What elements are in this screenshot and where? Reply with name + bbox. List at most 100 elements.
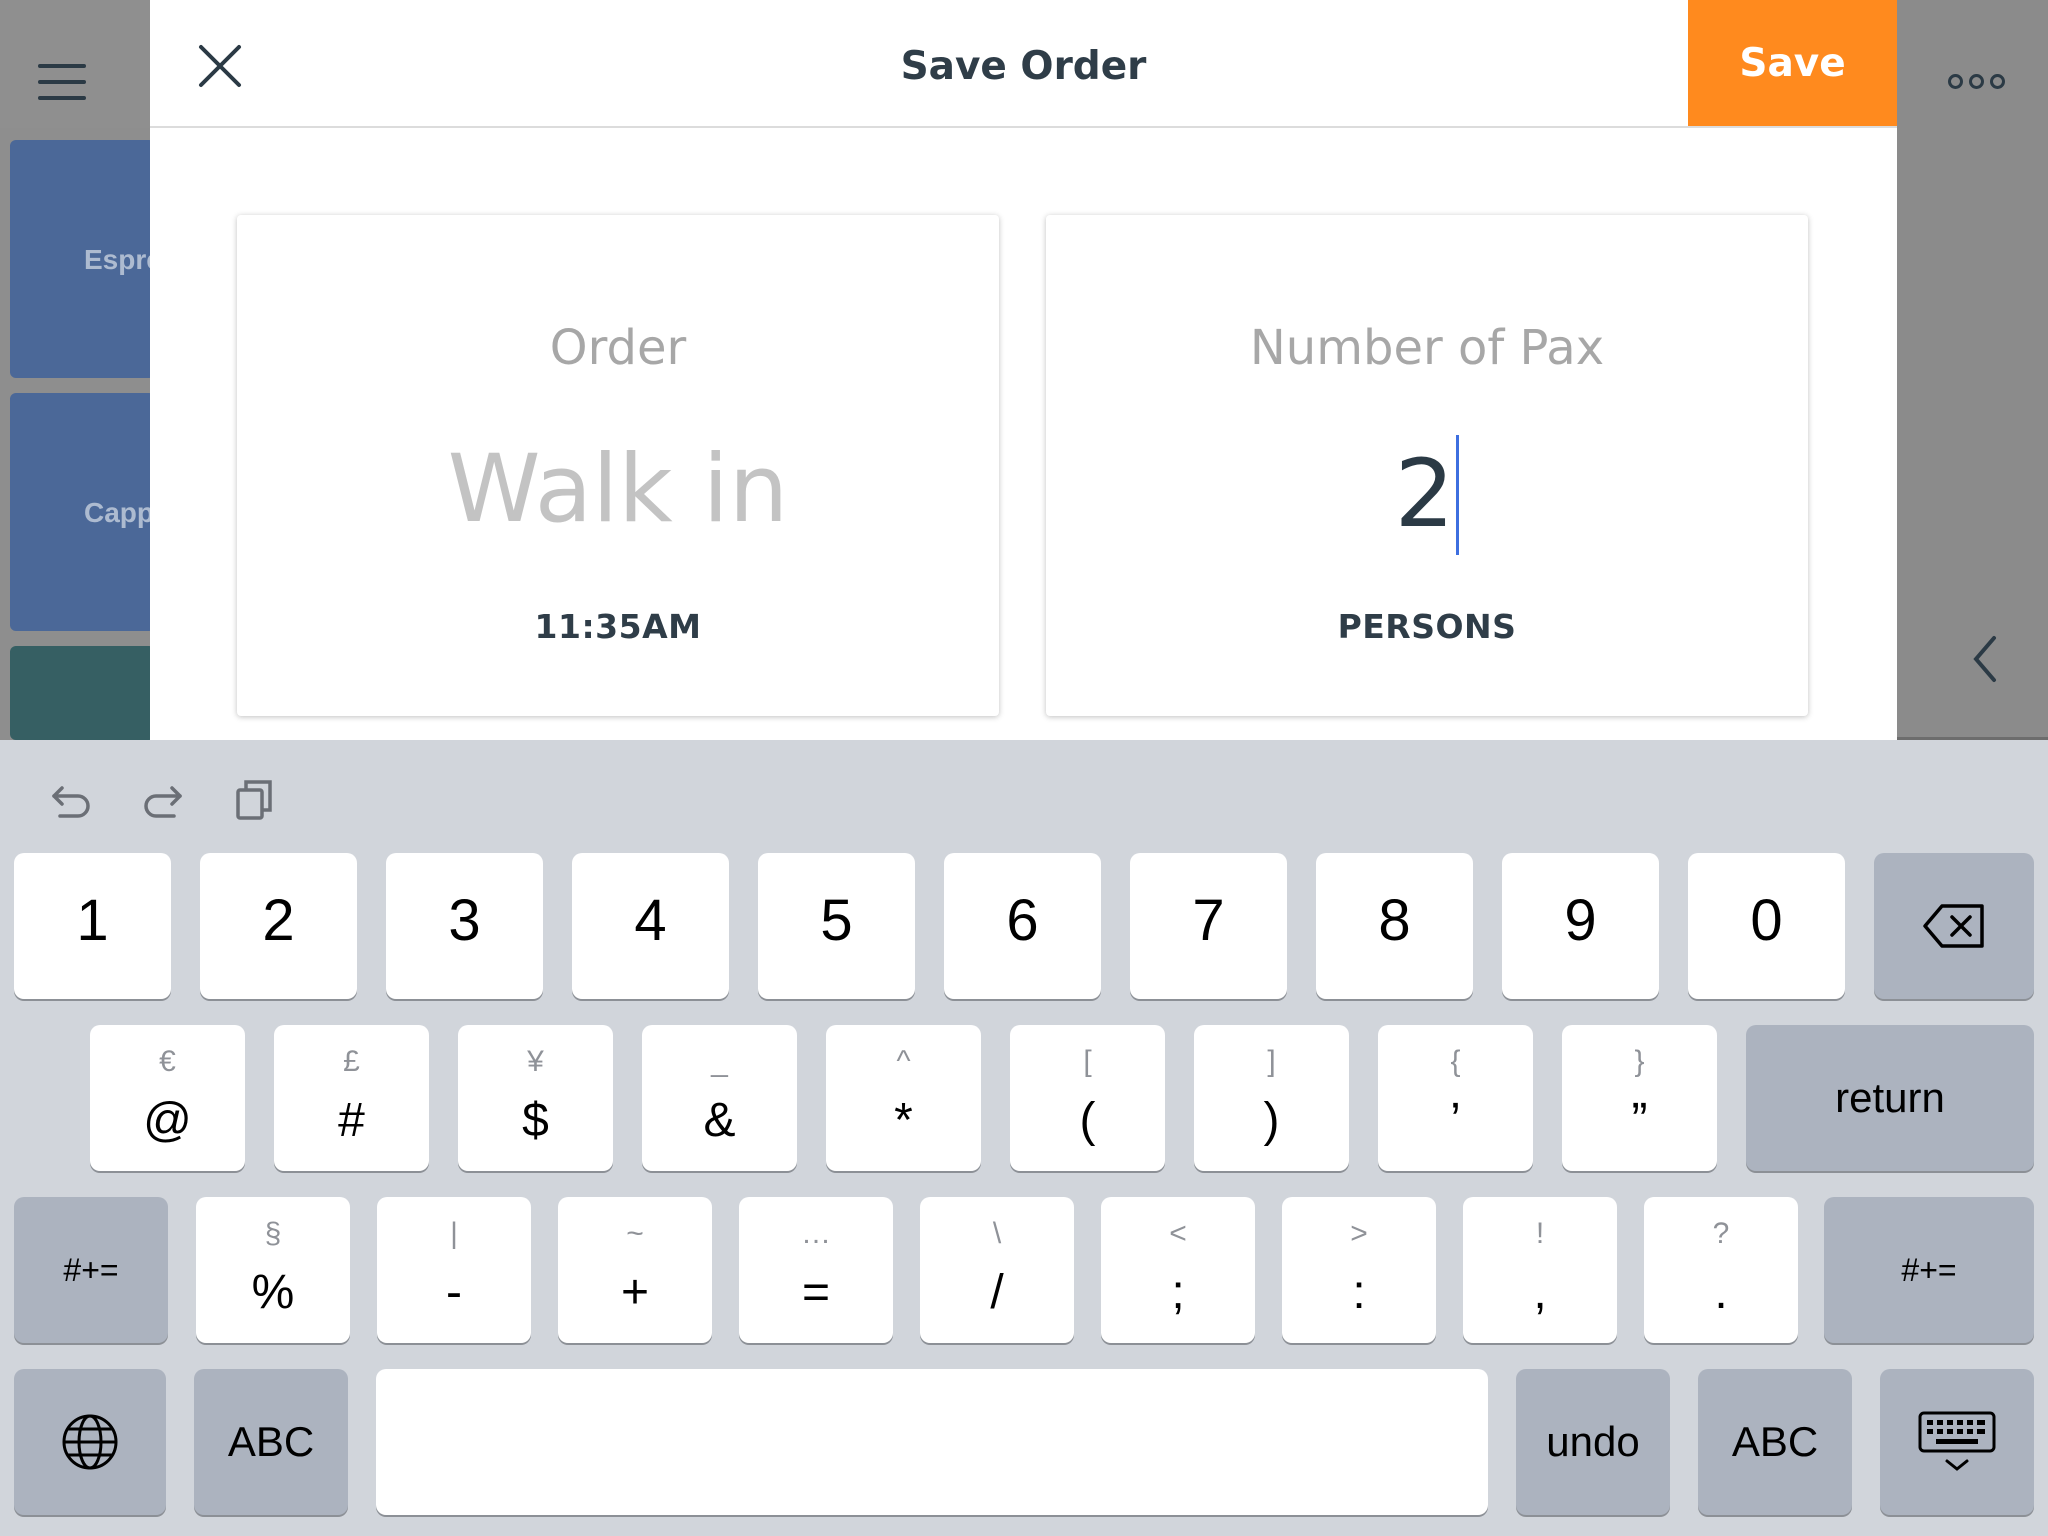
globe-key[interactable] bbox=[14, 1369, 166, 1515]
key-label: 7 bbox=[1192, 888, 1225, 953]
key-label: 4 bbox=[634, 888, 667, 953]
backspace-key[interactable] bbox=[1874, 853, 2034, 999]
order-label: Order bbox=[549, 320, 687, 376]
redo-icon[interactable] bbox=[140, 776, 186, 822]
key-4[interactable]: 4 bbox=[572, 853, 729, 999]
key-label: return bbox=[1835, 1074, 1945, 1121]
symbol-key[interactable]: ]) bbox=[1194, 1025, 1349, 1171]
order-card[interactable]: Order Walk in 11:35AM bbox=[237, 215, 999, 716]
keyboard-dismiss-icon bbox=[1918, 1411, 1996, 1471]
symbol-key[interactable]: [( bbox=[1010, 1025, 1165, 1171]
key-alt-label: ~ bbox=[626, 1217, 644, 1250]
undo-key[interactable]: undo bbox=[1516, 1369, 1670, 1515]
symbol-key[interactable]: !, bbox=[1463, 1197, 1617, 1343]
symbol-key[interactable]: | - bbox=[377, 1197, 531, 1343]
globe-icon bbox=[62, 1414, 118, 1470]
key-alt-label: ? bbox=[1712, 1217, 1730, 1250]
symbol-key[interactable]: ?. bbox=[1644, 1197, 1798, 1343]
symbol-key[interactable]: ~ + bbox=[558, 1197, 712, 1343]
key-6[interactable]: 6 bbox=[944, 853, 1101, 999]
abc-key[interactable]: ABC bbox=[1698, 1369, 1852, 1515]
key-alt-label: € bbox=[159, 1045, 176, 1078]
symbol-key[interactable]: ¥ $ bbox=[458, 1025, 613, 1171]
abc-key[interactable]: ABC bbox=[194, 1369, 348, 1515]
symbols-toggle-key[interactable]: #+= bbox=[14, 1197, 168, 1343]
order-name-field[interactable]: Walk in bbox=[237, 435, 999, 545]
symbols-toggle-key[interactable]: #+= bbox=[1824, 1197, 2034, 1343]
right-toolbar bbox=[1897, 0, 2048, 740]
symbol-key[interactable]: _ & bbox=[642, 1025, 797, 1171]
key-label: ) bbox=[1263, 1094, 1280, 1147]
key-label: 0 bbox=[1750, 888, 1783, 953]
key-alt-label: ¥ bbox=[527, 1045, 544, 1078]
key-alt-label: \ bbox=[992, 1217, 1002, 1250]
key-label: - bbox=[446, 1266, 462, 1319]
paste-icon[interactable] bbox=[232, 776, 278, 822]
pax-label: Number of Pax bbox=[1249, 320, 1605, 376]
key-alt-label: } bbox=[1634, 1045, 1645, 1078]
symbol-key[interactable]: ^ * bbox=[826, 1025, 981, 1171]
key-alt-label: ! bbox=[1535, 1217, 1545, 1250]
symbol-key[interactable]: \ / bbox=[920, 1197, 1074, 1343]
symbol-key[interactable]: … = bbox=[739, 1197, 893, 1343]
key-0[interactable]: 0 bbox=[1688, 853, 1845, 999]
symbol-key[interactable]: §% bbox=[196, 1197, 350, 1343]
key-3[interactable]: 3 bbox=[386, 853, 543, 999]
key-label: #+= bbox=[63, 1252, 119, 1288]
onscreen-keyboard: 1 2 3 4 5 6 7 8 9 0 € @ £ # ¥ $ _ & ^ *[(]){’}” return #+= §% |… bbox=[0, 740, 2048, 1536]
symbol-key[interactable]: {’ bbox=[1378, 1025, 1533, 1171]
symbol-key[interactable]: <; bbox=[1101, 1197, 1255, 1343]
key-5[interactable]: 5 bbox=[758, 853, 915, 999]
key-alt-label: ] bbox=[1267, 1045, 1276, 1078]
key-label: ( bbox=[1079, 1094, 1096, 1147]
backspace-icon bbox=[1923, 904, 1984, 948]
key-label: # bbox=[338, 1094, 365, 1147]
key-label: 9 bbox=[1564, 888, 1597, 953]
key-9[interactable]: 9 bbox=[1502, 853, 1659, 999]
chevron-left-icon[interactable] bbox=[1966, 634, 2006, 684]
key-alt-label: £ bbox=[343, 1045, 360, 1078]
symbol-key[interactable]: £ # bbox=[274, 1025, 429, 1171]
return-key[interactable]: return bbox=[1746, 1025, 2034, 1171]
key-2[interactable]: 2 bbox=[200, 853, 357, 999]
key-alt-label: … bbox=[801, 1217, 831, 1250]
key-alt-label: < bbox=[1169, 1217, 1187, 1250]
dialog-header: Save Order Save bbox=[150, 0, 1897, 128]
menu-tile[interactable] bbox=[10, 646, 155, 740]
key-label: undo bbox=[1546, 1418, 1640, 1465]
hamburger-menu-icon[interactable] bbox=[38, 64, 86, 100]
key-label: #+= bbox=[1901, 1252, 1957, 1288]
symbol-key[interactable]: >: bbox=[1282, 1197, 1436, 1343]
key-label: . bbox=[1714, 1266, 1728, 1319]
pax-card[interactable]: Number of Pax 2 PERSONS bbox=[1046, 215, 1808, 716]
pax-input-wrapper: 2 bbox=[1046, 435, 1808, 555]
key-alt-label: | bbox=[450, 1217, 458, 1250]
keyboard-dismiss-key[interactable] bbox=[1880, 1369, 2034, 1515]
menu-tile[interactable]: Cappu bbox=[10, 393, 155, 631]
symbol-key[interactable]: }” bbox=[1562, 1025, 1717, 1171]
undo-icon[interactable] bbox=[48, 776, 94, 822]
key-label: 1 bbox=[76, 888, 109, 953]
key-label: 2 bbox=[262, 888, 295, 953]
pax-unit: PERSONS bbox=[1337, 607, 1517, 646]
key-label: & bbox=[703, 1094, 736, 1147]
save-button[interactable]: Save bbox=[1688, 0, 1897, 126]
key-label: % bbox=[251, 1266, 295, 1319]
key-label: 3 bbox=[448, 888, 481, 953]
key-alt-label: > bbox=[1350, 1217, 1368, 1250]
more-options-icon[interactable] bbox=[1948, 72, 2008, 92]
symbol-key[interactable]: € @ bbox=[90, 1025, 245, 1171]
key-label: / bbox=[990, 1266, 1004, 1319]
key-label: = bbox=[801, 1266, 831, 1319]
key-7[interactable]: 7 bbox=[1130, 853, 1287, 999]
key-label: 5 bbox=[820, 888, 853, 953]
key-1[interactable]: 1 bbox=[14, 853, 171, 999]
key-8[interactable]: 8 bbox=[1316, 853, 1473, 999]
key-label: @ bbox=[143, 1094, 192, 1147]
key-alt-label: § bbox=[264, 1217, 282, 1250]
key-label: 6 bbox=[1006, 888, 1039, 953]
space-key[interactable] bbox=[376, 1369, 1488, 1515]
pax-input[interactable]: 2 bbox=[1395, 435, 1460, 555]
menu-tile[interactable]: Espre bbox=[10, 140, 155, 378]
save-order-dialog: Save Order Save Order Walk in 11:35AM Nu… bbox=[150, 0, 1897, 740]
